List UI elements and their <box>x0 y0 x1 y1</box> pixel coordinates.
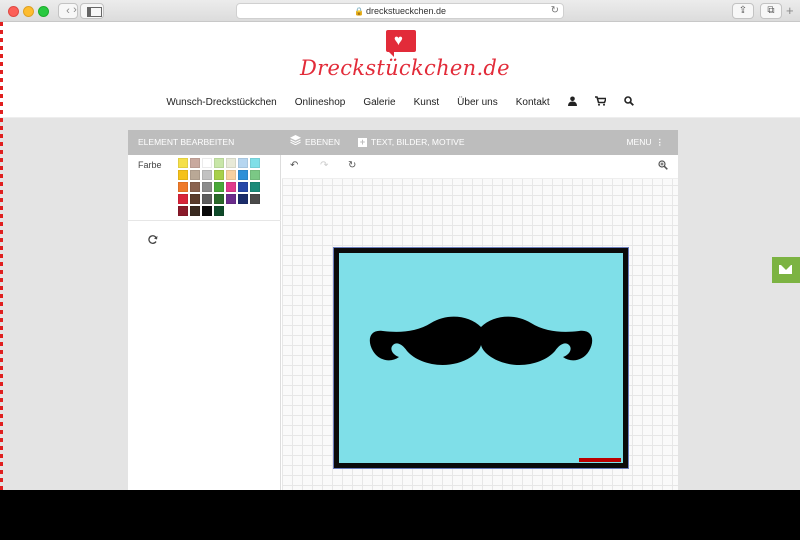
color-swatch[interactable] <box>214 182 224 192</box>
color-swatch[interactable] <box>238 194 248 204</box>
color-swatch[interactable] <box>190 158 200 168</box>
edit-panel: Farbe <box>128 155 281 490</box>
speech-heart-icon: ♥ <box>386 30 416 57</box>
zoom-window-icon[interactable] <box>38 6 49 17</box>
nav-item-wunsch[interactable]: Wunsch-Dreckstückchen <box>166 97 276 108</box>
color-swatch[interactable] <box>214 158 224 168</box>
lock-icon: 🔒 <box>353 7 364 16</box>
tab-edit-element-label: ELEMENT BEARBEITEN <box>138 137 235 147</box>
color-swatch[interactable] <box>178 182 188 192</box>
main-navigation: Wunsch-Dreckstückchen Onlineshop Galerie… <box>0 90 800 114</box>
user-icon[interactable] <box>567 96 577 109</box>
tab-add-content-label: TEXT, BILDER, MOTIVE <box>371 137 465 147</box>
address-bar[interactable]: 🔒 dreckstueckchen.de ↻ <box>236 3 564 19</box>
color-swatch[interactable] <box>238 170 248 180</box>
tab-edit-element[interactable]: ELEMENT BEARBEITEN <box>138 130 234 155</box>
heart-icon: ♥ <box>394 32 403 49</box>
browser-toolbar: ‹ › 🔒 dreckstueckchen.de ↻ ⇪ ⧉ + <box>0 0 800 22</box>
reset-icon[interactable] <box>148 235 158 248</box>
color-swatch[interactable] <box>178 194 188 204</box>
website: ♥ Dreckstückchen.de Wunsch-Dreckstückche… <box>0 22 800 490</box>
color-swatch[interactable] <box>190 182 200 192</box>
color-swatch[interactable] <box>250 194 260 204</box>
more-vertical-icon: ⋮ <box>655 137 665 147</box>
search-icon[interactable] <box>623 95 634 109</box>
color-swatch[interactable] <box>226 170 236 180</box>
close-window-icon[interactable] <box>8 6 19 17</box>
color-swatch[interactable] <box>226 158 236 168</box>
divider <box>128 220 281 221</box>
color-palette <box>178 158 266 216</box>
cart-icon[interactable] <box>594 95 607 109</box>
print-area[interactable] <box>339 253 623 463</box>
color-label: Farbe <box>138 160 162 170</box>
canvas-toolbar: ↶ ↷ ↻ <box>282 155 678 179</box>
share-icon[interactable]: ⇪ <box>732 3 754 19</box>
nav-item-kontakt[interactable]: Kontakt <box>516 97 550 108</box>
color-swatch[interactable] <box>202 182 212 192</box>
color-swatch[interactable] <box>238 182 248 192</box>
nav-item-galerie[interactable]: Galerie <box>363 97 395 108</box>
color-swatch[interactable] <box>238 158 248 168</box>
color-swatch[interactable] <box>202 158 212 168</box>
color-swatch[interactable] <box>250 182 260 192</box>
redo-icon[interactable]: ↷ <box>320 160 328 171</box>
color-swatch[interactable] <box>202 170 212 180</box>
color-swatch[interactable] <box>190 206 200 216</box>
new-tab-icon[interactable]: + <box>786 3 794 18</box>
logo-text: Dreckstückchen.de <box>300 56 510 80</box>
color-swatch[interactable] <box>178 170 188 180</box>
zoom-in-icon[interactable] <box>658 160 668 173</box>
product-designer: ELEMENT BEARBEITEN EBENEN + TEXT, BILDER… <box>128 130 678 490</box>
page-edge-marker <box>0 22 3 490</box>
nav-item-kunst[interactable]: Kunst <box>414 97 440 108</box>
sidebar-toggle-icon[interactable] <box>80 3 104 19</box>
color-swatch[interactable] <box>250 158 260 168</box>
mustache-motif[interactable] <box>339 253 623 463</box>
color-swatch[interactable] <box>190 194 200 204</box>
tabs-overview-icon[interactable]: ⧉ <box>760 3 782 19</box>
color-swatch[interactable] <box>202 194 212 204</box>
color-swatch[interactable] <box>250 170 260 180</box>
tab-add-content[interactable]: + TEXT, BILDER, MOTIVE <box>358 130 465 155</box>
site-logo[interactable]: ♥ Dreckstückchen.de <box>300 28 510 84</box>
design-canvas[interactable]: ↶ ↷ ↻ <box>282 155 678 490</box>
undo-icon[interactable]: ↶ <box>290 160 298 171</box>
color-swatch[interactable] <box>214 206 224 216</box>
add-icon: + <box>358 137 367 147</box>
tab-layers-label: EBENEN <box>305 137 340 147</box>
nav-item-onlineshop[interactable]: Onlineshop <box>295 97 346 108</box>
color-swatch[interactable] <box>226 182 236 192</box>
menu-button[interactable]: MENU ⋮ <box>626 130 664 155</box>
color-swatch[interactable] <box>202 206 212 216</box>
color-swatch[interactable] <box>178 158 188 168</box>
layers-icon <box>290 130 301 155</box>
refresh-icon[interactable]: ↻ <box>348 160 356 171</box>
reload-icon[interactable]: ↻ <box>551 4 559 18</box>
color-swatch[interactable] <box>226 194 236 204</box>
designer-toolbar: ELEMENT BEARBEITEN EBENEN + TEXT, BILDER… <box>128 130 678 155</box>
forward-icon[interactable]: › <box>70 3 80 19</box>
tab-layers[interactable]: EBENEN <box>290 130 340 155</box>
contact-mail-button[interactable] <box>772 257 800 283</box>
url-text: dreckstueckchen.de <box>365 6 446 16</box>
site-header: ♥ Dreckstückchen.de Wunsch-Dreckstückche… <box>0 22 800 118</box>
color-swatch[interactable] <box>190 170 200 180</box>
color-swatch[interactable] <box>214 170 224 180</box>
menu-label: MENU <box>626 137 652 147</box>
color-swatch[interactable] <box>178 206 188 216</box>
nav-item-ueber-uns[interactable]: Über uns <box>457 97 498 108</box>
watermark-logo <box>579 458 621 462</box>
minimize-window-icon[interactable] <box>23 6 34 17</box>
forward-button[interactable]: › <box>70 3 80 19</box>
color-swatch[interactable] <box>214 194 224 204</box>
print-preview[interactable] <box>333 247 629 469</box>
